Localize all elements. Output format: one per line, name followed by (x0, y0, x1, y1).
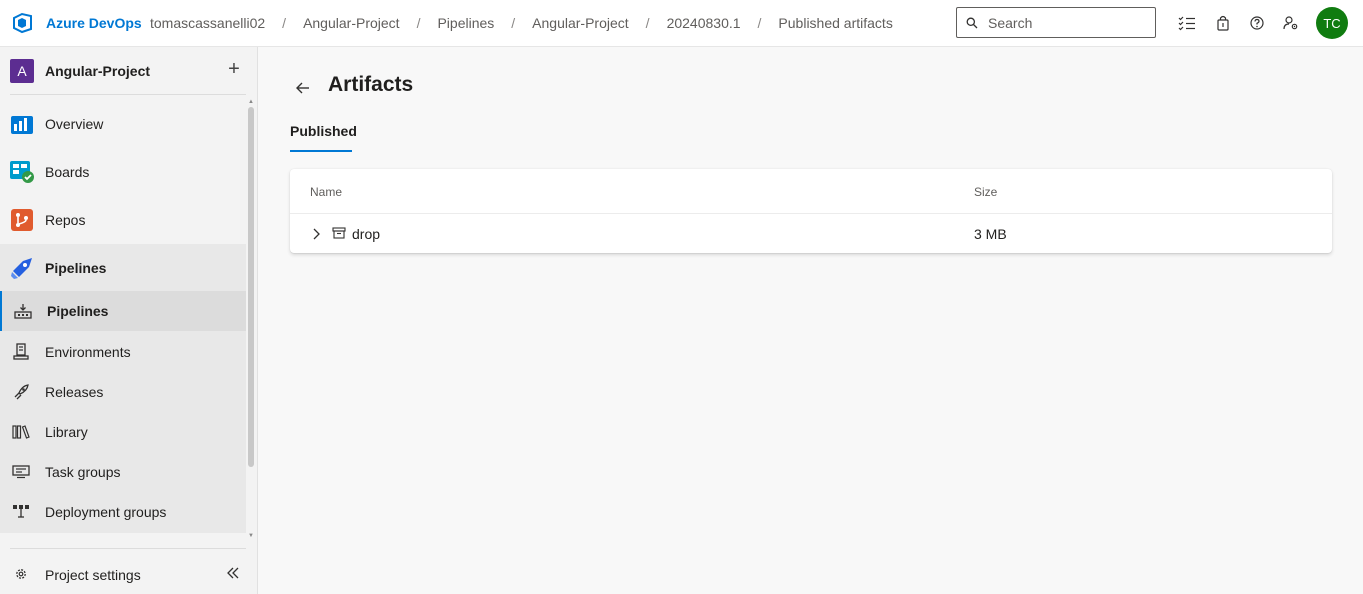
scroll-up-arrow[interactable]: ▲ (248, 99, 254, 105)
repos-icon (11, 209, 33, 231)
sidebar-item-label: Pipelines (45, 260, 107, 276)
sidebar-subitem-environments[interactable]: Environments (0, 332, 246, 372)
main-content: Artifacts Published Name Size drop 3 MB (258, 47, 1363, 594)
tab-published[interactable]: Published (290, 123, 357, 139)
breadcrumb-current[interactable]: Published artifacts (778, 15, 892, 31)
sidebar-item-label: Boards (45, 164, 90, 180)
page-title: Artifacts (328, 73, 414, 96)
table-row[interactable]: drop 3 MB (290, 214, 1332, 253)
divider (10, 94, 246, 95)
avatar[interactable]: TC (1316, 7, 1348, 39)
artifact-size: 3 MB (974, 226, 1007, 242)
sidebar-scrollbar[interactable] (248, 107, 254, 467)
pipelines-sub-icon (14, 304, 32, 319)
sidebar-subitem-library[interactable]: Library (0, 412, 246, 452)
column-header-name[interactable]: Name (310, 185, 342, 199)
sidebar-item-label: Releases (45, 384, 104, 400)
project-header[interactable]: A Angular-Project + (0, 47, 246, 95)
boards-icon (10, 161, 34, 183)
search-input[interactable] (988, 14, 1138, 31)
breadcrumb-separator: / (645, 15, 650, 31)
project-badge: A (10, 59, 34, 83)
divider (10, 548, 246, 549)
user-settings-icon[interactable] (1282, 14, 1300, 32)
artifact-box-icon (332, 227, 346, 239)
pipelines-icon (11, 258, 32, 279)
sidebar-item-repos[interactable]: Repos (0, 196, 246, 244)
artifact-name[interactable]: drop (352, 226, 380, 242)
task-list-icon[interactable] (1178, 14, 1196, 32)
artifacts-table: Name Size drop 3 MB (290, 169, 1332, 253)
breadcrumb-separator: / (757, 15, 762, 31)
environments-icon (13, 343, 29, 360)
sidebar-item-boards[interactable]: Boards (0, 148, 246, 196)
breadcrumb-separator: / (511, 15, 516, 31)
deployment-groups-icon (13, 505, 29, 518)
top-bar: Azure DevOps tomascassanelli02 / Angular… (0, 0, 1363, 47)
sidebar-subitem-deployment-groups[interactable]: Deployment groups (0, 492, 246, 532)
breadcrumb: tomascassanelli02 / Angular-Project / Pi… (150, 15, 893, 31)
breadcrumb-project[interactable]: Angular-Project (303, 15, 400, 31)
search-icon (966, 17, 978, 28)
breadcrumb-pipelines[interactable]: Pipelines (437, 15, 494, 31)
help-icon[interactable] (1248, 14, 1266, 32)
breadcrumb-run[interactable]: 20240830.1 (667, 15, 741, 31)
sidebar-item-label: Overview (45, 116, 104, 132)
add-icon[interactable]: + (226, 59, 242, 79)
chevron-right-icon[interactable] (310, 227, 322, 241)
releases-icon (14, 384, 29, 400)
brand-name[interactable]: Azure DevOps (46, 15, 142, 31)
collapse-sidebar-icon[interactable] (226, 566, 240, 580)
column-header-size[interactable]: Size (974, 185, 997, 199)
breadcrumb-organization[interactable]: tomascassanelli02 (150, 15, 265, 31)
sidebar-subitem-pipelines[interactable]: Pipelines (0, 291, 246, 331)
sidebar-item-pipelines[interactable]: Pipelines (0, 244, 246, 292)
sidebar-subitem-releases[interactable]: Releases (0, 372, 246, 412)
project-name: Angular-Project (45, 63, 151, 79)
scroll-down-arrow[interactable]: ▼ (248, 533, 254, 539)
sidebar-item-label: Pipelines (47, 303, 109, 319)
sidebar-subitem-task-groups[interactable]: Task groups (0, 452, 246, 492)
project-settings[interactable]: Project settings (0, 554, 258, 594)
sidebar-item-label: Task groups (45, 464, 121, 480)
sidebar-item-label: Repos (45, 212, 86, 228)
gear-icon (16, 569, 26, 579)
breadcrumb-separator: / (282, 15, 287, 31)
task-groups-icon (12, 465, 30, 479)
sidebar-item-label: Environments (45, 344, 131, 360)
azure-devops-logo-icon[interactable] (12, 12, 34, 34)
breadcrumb-pipeline[interactable]: Angular-Project (532, 15, 629, 31)
project-settings-label: Project settings (45, 567, 141, 583)
sidebar-item-overview[interactable]: Overview (0, 100, 246, 148)
breadcrumb-separator: / (416, 15, 421, 31)
shopping-bag-icon[interactable] (1214, 14, 1232, 32)
overview-icon (11, 116, 33, 134)
sidebar-item-label: Deployment groups (45, 504, 167, 520)
search-box[interactable] (956, 7, 1156, 38)
tab-underline (290, 150, 352, 152)
sidebar-item-label: Library (45, 424, 88, 440)
back-arrow-icon[interactable] (294, 79, 312, 97)
sidebar: A Angular-Project + Overview Boards Repo… (0, 47, 258, 594)
library-icon (12, 425, 30, 439)
